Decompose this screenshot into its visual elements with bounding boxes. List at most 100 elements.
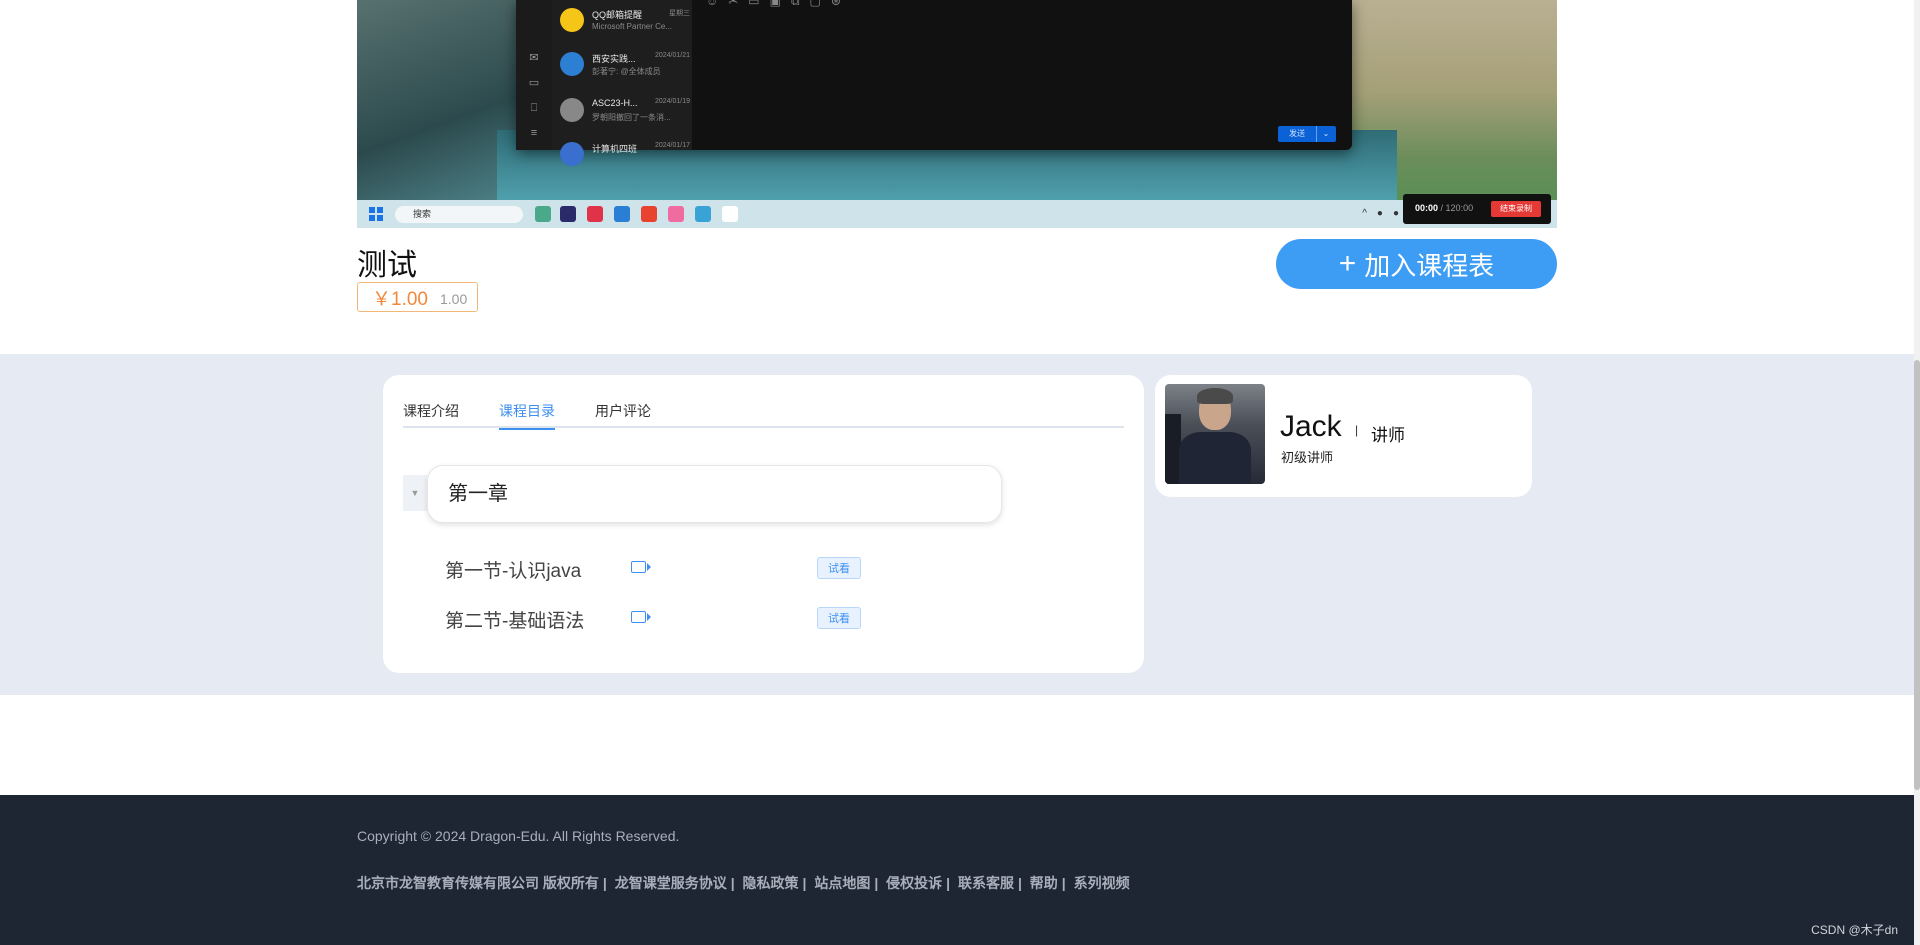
- course-video-preview[interactable]: ✉ ▭ ⎕ ≡ QQ邮箱提醒 Microsoft Partner Ce... 星…: [357, 0, 1557, 228]
- footer-sep: |: [1017, 875, 1022, 891]
- footer-sep: |: [1061, 875, 1066, 891]
- chat-item: ASC23-H... 罗朝阳撤回了一条消... 2024/01/19: [560, 92, 690, 128]
- section-item[interactable]: 第二节-基础语法 试看: [445, 606, 965, 636]
- footer-link-series[interactable]: 系列视频: [1074, 875, 1130, 891]
- footer-company: 北京市龙智教育传媒有限公司 版权所有: [357, 875, 599, 891]
- taskbar-search: 搜索: [395, 206, 523, 223]
- ide-icon: [560, 206, 576, 222]
- teacher-card: Jack | 讲师 初级讲师: [1155, 375, 1532, 497]
- taskbar-search-label: 搜索: [413, 209, 432, 219]
- footer-link-help[interactable]: 帮助: [1030, 875, 1058, 891]
- price-box: ￥1.00 1.00: [357, 282, 479, 312]
- avatar: [560, 52, 584, 76]
- rec-sep: /: [1438, 203, 1446, 213]
- course-detail-card: 课程介绍 课程目录 用户评论 ▼ 第一章 第一节-认识java 试看 第二节-基…: [383, 375, 1144, 673]
- avatar: [560, 98, 584, 122]
- video-icon: [631, 611, 651, 623]
- chapter-item[interactable]: ▼ 第一章: [403, 465, 1003, 525]
- scrollbar-thumb[interactable]: [1914, 360, 1920, 790]
- qq-icon: [722, 206, 738, 222]
- chapter-title[interactable]: 第一章: [427, 465, 1002, 523]
- chat-preview: 罗朝阳撤回了一条消...: [592, 113, 671, 122]
- tab-intro[interactable]: 课程介绍: [403, 401, 459, 428]
- footer-link-privacy[interactable]: 隐私政策: [743, 875, 799, 891]
- app-icon: [587, 206, 603, 222]
- recording-bar: 00:00 / 120:00 结束录制: [1403, 194, 1551, 224]
- footer-sep: |: [946, 875, 951, 891]
- section-name[interactable]: 第二节-基础语法: [445, 606, 584, 633]
- add-to-schedule-button[interactable]: + 加入课程表: [1276, 239, 1557, 289]
- rec-current: 00:00: [1415, 203, 1439, 213]
- chat-name: QQ邮箱提醒: [592, 10, 643, 20]
- chevron-down-icon: ⌄: [1316, 126, 1335, 142]
- chat-date: 星期三: [669, 10, 690, 17]
- trial-button[interactable]: 试看: [817, 557, 861, 579]
- footer-link-support[interactable]: 联系客服: [958, 875, 1014, 891]
- chat-name: 计算机四班: [592, 144, 638, 154]
- caret-down-icon[interactable]: ▼: [403, 475, 427, 511]
- chat-date: 2024/01/21: [654, 52, 690, 59]
- tab-comments[interactable]: 用户评论: [595, 401, 651, 428]
- avatar: [560, 142, 584, 166]
- wps-icon: [641, 206, 657, 222]
- footer-sep: |: [730, 875, 735, 891]
- chat-item: 计算机四班 2024/01/17: [560, 136, 690, 172]
- section-name[interactable]: 第一节-认识java: [445, 556, 581, 583]
- chat-date: 2024/01/19: [654, 98, 690, 105]
- qq-app-window: ✉ ▭ ⎕ ≡ QQ邮箱提醒 Microsoft Partner Ce... 星…: [516, 0, 1352, 166]
- avatar: [560, 8, 584, 32]
- add-to-schedule-label: 加入课程表: [1364, 250, 1495, 281]
- original-price: 1.00: [439, 290, 468, 307]
- chat-date: 2024/01/17: [654, 142, 690, 149]
- teacher-level: 初级讲师: [1281, 450, 1334, 465]
- editor-toolbar-icons: ☺✂▭▣⧉▢⊛: [706, 0, 851, 8]
- rec-total: 120:00: [1445, 203, 1474, 213]
- footer-sep: |: [802, 875, 807, 891]
- chat-item: QQ邮箱提醒 Microsoft Partner Ce... 星期三: [560, 2, 690, 38]
- browser-icon: [695, 206, 711, 222]
- chat-name: 西安实践...: [592, 54, 636, 64]
- landscape-left: [357, 0, 517, 200]
- footer-sep: |: [874, 875, 879, 891]
- section-item[interactable]: 第一节-认识java 试看: [445, 556, 965, 586]
- teacher-separator: |: [1355, 423, 1359, 437]
- send-label: 发送: [1289, 129, 1305, 138]
- footer-links: 北京市龙智教育传媒有限公司 版权所有 | 龙智课堂服务协议 | 隐私政策 | 站点地图…: [357, 873, 1134, 893]
- csdn-watermark: CSDN @木子dn: [1811, 923, 1898, 937]
- stop-recording-button: 结束录制: [1491, 201, 1541, 217]
- trial-button[interactable]: 试看: [817, 607, 861, 629]
- send-button: 发送 ⌄: [1278, 126, 1336, 142]
- chat-preview: Microsoft Partner Ce...: [592, 22, 672, 31]
- photo-body: [1179, 432, 1251, 484]
- course-title: 测试: [357, 249, 417, 282]
- mail-icon: ✉: [529, 52, 539, 64]
- windows-start-icon: [369, 207, 383, 221]
- teacher-role: 讲师: [1371, 426, 1405, 445]
- system-tray: ^●●: [1362, 208, 1409, 219]
- footer-sep: |: [602, 875, 607, 891]
- page-scrollbar[interactable]: [1914, 0, 1920, 945]
- copyright-text: Copyright © 2024 Dragon-Edu. All Rights …: [357, 828, 680, 844]
- photo-hair: [1197, 388, 1233, 404]
- os-taskbar: 搜索 ^●● 00:00 / 120:00 结束录制: [357, 194, 1557, 228]
- video-icon: [631, 561, 651, 573]
- chat-name: ASC23-H...: [592, 98, 638, 108]
- chat-list: QQ邮箱提醒 Microsoft Partner Ce... 星期三 西安实践.…: [552, 0, 692, 166]
- footer-link-complaint[interactable]: 侵权投诉: [886, 875, 942, 891]
- current-price: ￥1.00: [372, 288, 428, 310]
- vscode-icon: [614, 206, 630, 222]
- folder-icon: ▭: [528, 77, 540, 89]
- chat-item: 西安实践... 彭著宁: @全体成员 2024/01/21: [560, 46, 690, 82]
- footer-link-agreement[interactable]: 龙智课堂服务协议: [615, 875, 727, 891]
- teacher-name: Jack: [1280, 410, 1342, 443]
- menu-icon: ≡: [530, 127, 538, 139]
- recording-time: 00:00 / 120:00: [1415, 203, 1473, 213]
- course-tabs: 课程介绍 课程目录 用户评论: [403, 401, 1124, 430]
- plus-icon: +: [1338, 247, 1357, 280]
- footer: Copyright © 2024 Dragon-Edu. All Rights …: [0, 795, 1914, 945]
- app-sidebar-rail: ✉ ▭ ⎕ ≡: [516, 0, 552, 150]
- tab-catalog[interactable]: 课程目录: [499, 401, 555, 430]
- footer-link-sitemap[interactable]: 站点地图: [814, 875, 870, 891]
- teacher-avatar: [1165, 384, 1265, 484]
- edge-icon: [535, 206, 551, 222]
